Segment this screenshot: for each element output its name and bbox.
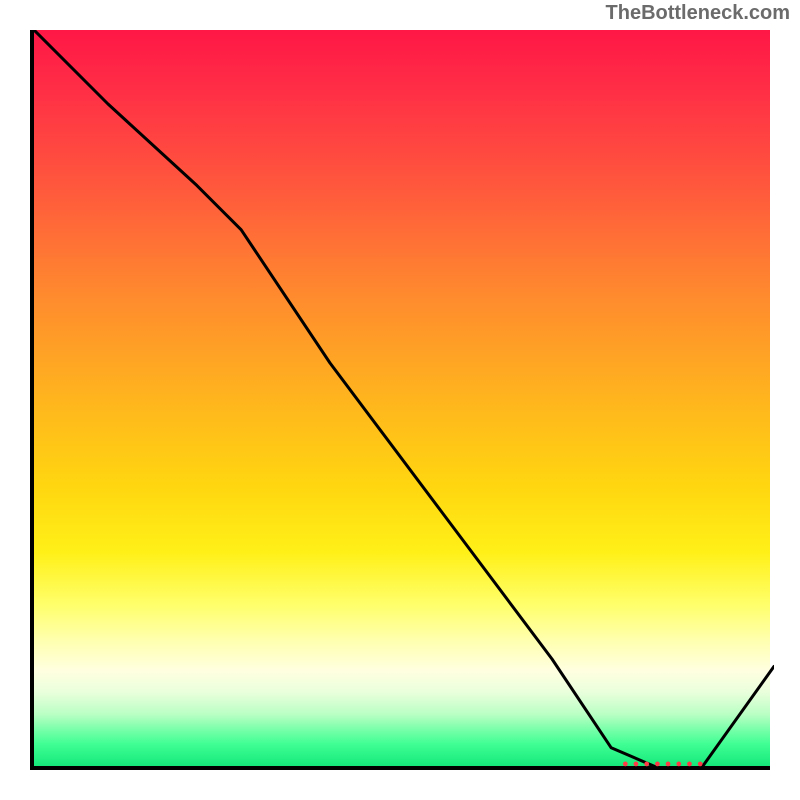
optimal-marker: ● ● ● ● ● ● ● ● bbox=[622, 758, 704, 770]
chart-plot-area: ● ● ● ● ● ● ● ● bbox=[30, 30, 770, 770]
attribution-watermark: TheBottleneck.com bbox=[606, 2, 790, 25]
chart-curve-layer bbox=[34, 30, 774, 770]
bottleneck-curve bbox=[34, 30, 774, 770]
